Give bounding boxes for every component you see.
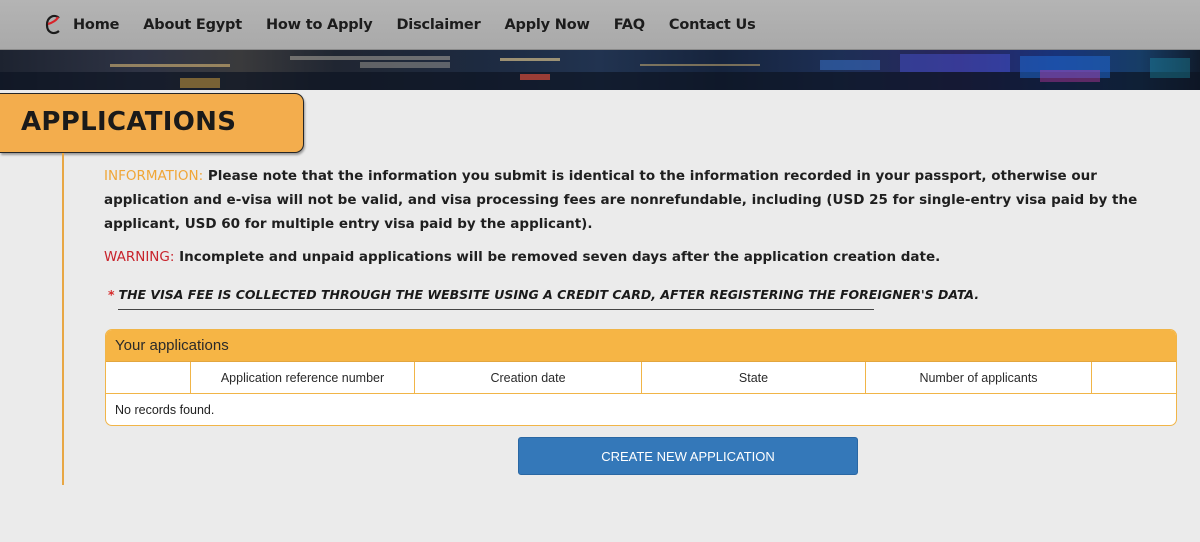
nav-contact-us-link[interactable]: Contact Us xyxy=(669,17,756,33)
nav-apply-now-link[interactable]: Apply Now xyxy=(505,17,590,33)
create-new-application-button[interactable]: CREATE NEW APPLICATION xyxy=(518,437,858,475)
column-header-creation-date[interactable]: Creation date xyxy=(415,362,642,394)
visa-fee-notice: * THE VISA FEE IS COLLECTED THROUGH THE W… xyxy=(108,287,979,302)
banner-city-lights xyxy=(0,54,1200,90)
page-title: APPLICATIONS xyxy=(21,107,237,137)
main-menu: Home About Egypt How to Apply Disclaimer… xyxy=(73,0,780,50)
applications-table-header: Application reference number Creation da… xyxy=(106,362,1176,394)
e-logo-icon[interactable] xyxy=(44,12,64,38)
top-navigation-bar: Home About Egypt How to Apply Disclaimer… xyxy=(0,0,1200,50)
nav-how-to-apply-link[interactable]: How to Apply xyxy=(266,17,373,33)
column-header-number-of-applicants[interactable]: Number of applicants xyxy=(866,362,1092,394)
required-star: * xyxy=(108,287,115,302)
applications-panel-title: Your applications xyxy=(115,337,229,354)
column-header-reference-number[interactable]: Application reference number xyxy=(191,362,415,394)
notice-content: INFORMATION: Please note that the inform… xyxy=(104,164,1184,269)
nav-about-egypt-link[interactable]: About Egypt xyxy=(143,17,242,33)
nav-disclaimer-link[interactable]: Disclaimer xyxy=(396,17,480,33)
column-header-actions xyxy=(1092,362,1176,394)
warning-text: Incomplete and unpaid applications will … xyxy=(174,249,941,265)
column-header-state[interactable]: State xyxy=(642,362,866,394)
information-text: Please note that the information you sub… xyxy=(104,168,1138,232)
visa-fee-notice-text: THE VISA FEE IS COLLECTED THROUGH THE WE… xyxy=(118,287,980,302)
applications-panel: Your applications Application reference … xyxy=(105,329,1177,426)
applications-panel-header: Your applications xyxy=(106,330,1176,362)
section-divider-line xyxy=(62,153,64,485)
no-records-message: No records found. xyxy=(115,403,215,417)
nav-faq-link[interactable]: FAQ xyxy=(614,17,645,33)
notice-underline xyxy=(118,309,874,310)
warning-paragraph: WARNING: Incomplete and unpaid applicati… xyxy=(104,245,1184,269)
information-paragraph: INFORMATION: Please note that the inform… xyxy=(104,164,1184,236)
page-title-tab: APPLICATIONS xyxy=(0,93,304,153)
header-banner-image xyxy=(0,50,1200,90)
information-label: INFORMATION: xyxy=(104,168,204,184)
column-header-select[interactable] xyxy=(106,362,191,394)
warning-label: WARNING: xyxy=(104,249,175,265)
nav-home-link[interactable]: Home xyxy=(73,17,119,33)
